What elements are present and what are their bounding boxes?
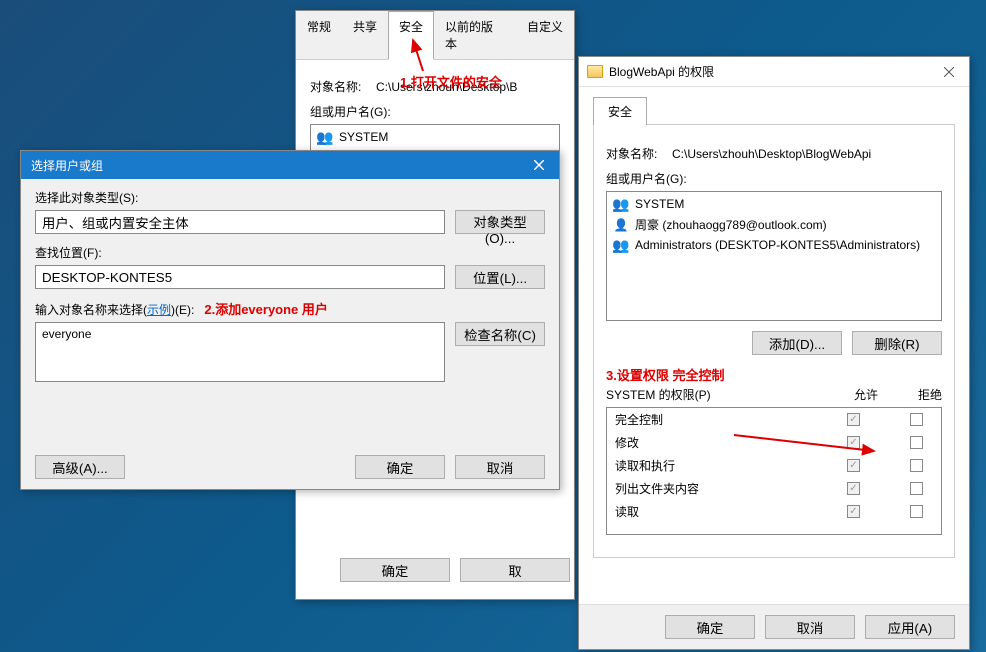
dialog-body: 选择此对象类型(S): 对象类型(O)... 查找位置(F): 位置(L)...… <box>21 179 559 489</box>
bottom-buttons: 确定 取消 应用(A) <box>579 604 969 649</box>
table-row: 读取和执行 <box>607 454 941 477</box>
cancel-button[interactable]: 取消 <box>765 615 855 639</box>
table-row: 列出文件夹内容 <box>607 477 941 500</box>
titlebar[interactable]: BlogWebApi 的权限 <box>579 57 969 87</box>
annotation-2: 2.添加everyone 用户 <box>204 302 328 317</box>
cancel-button[interactable]: 取 <box>460 558 570 582</box>
tab-previous[interactable]: 以前的版本 <box>434 11 516 59</box>
list-item[interactable]: 👤 周豪 (zhouhaogg789@outlook.com) <box>609 214 939 235</box>
list-item[interactable]: 👥 SYSTEM <box>609 194 939 214</box>
deny-checkbox[interactable] <box>910 482 923 495</box>
remove-button[interactable]: 删除(R) <box>852 331 942 355</box>
user-name: SYSTEM <box>635 197 684 211</box>
window-title: BlogWebApi 的权限 <box>609 63 714 80</box>
perm-name <box>615 526 847 535</box>
ok-button[interactable]: 确定 <box>665 615 755 639</box>
tab-share[interactable]: 共享 <box>342 11 388 59</box>
perm-name: 完全控制 <box>615 411 847 428</box>
close-icon <box>944 67 954 77</box>
people-icon: 👥 <box>613 196 629 212</box>
advanced-button[interactable]: 高级(A)... <box>35 455 125 479</box>
tab-security[interactable]: 安全 <box>388 11 434 60</box>
annotation-3: 3.设置权限 完全控制 <box>606 365 724 384</box>
people-icon: 👥 <box>317 129 333 145</box>
perm-for-label: SYSTEM 的权限(P) <box>606 386 711 403</box>
allow-checkbox[interactable] <box>847 505 860 518</box>
object-type-input <box>35 210 445 234</box>
tab-custom[interactable]: 自定义 <box>516 11 574 59</box>
object-name-label: 对象名称: <box>310 78 370 95</box>
close-button[interactable] <box>929 57 969 87</box>
tabs-bar: 常规 共享 安全 以前的版本 自定义 <box>296 11 574 60</box>
location-label: 查找位置(F): <box>35 244 545 261</box>
perm-name: 列出文件夹内容 <box>615 480 847 497</box>
perm-name: 读取 <box>615 503 847 520</box>
annotation-arrow-3 <box>729 427 889 457</box>
object-path-text: C:\Users\zhouh\Desktop\B <box>376 80 560 94</box>
example-link[interactable]: 示例 <box>147 303 171 317</box>
allow-checkbox[interactable] <box>847 459 860 472</box>
allow-header: 允许 <box>854 386 878 403</box>
permissions-window: BlogWebApi 的权限 安全 对象名称: C:\Users\zhouh\D… <box>578 56 970 650</box>
cancel-button[interactable]: 取消 <box>455 455 545 479</box>
titlebar[interactable]: 选择用户或组 <box>21 151 559 179</box>
object-types-button[interactable]: 对象类型(O)... <box>455 210 545 234</box>
table-row <box>607 523 941 535</box>
ok-button[interactable]: 确定 <box>355 455 445 479</box>
allow-checkbox[interactable] <box>847 482 860 495</box>
close-icon <box>534 160 544 170</box>
names-input[interactable]: everyone <box>35 322 445 382</box>
perm-name: 读取和执行 <box>615 457 847 474</box>
add-button[interactable]: 添加(D)... <box>752 331 842 355</box>
user-group-list[interactable]: 👥 SYSTEM 👤 周豪 (zhouhaogg789@outlook.com)… <box>606 191 942 321</box>
table-row: 读取 <box>607 500 941 523</box>
ok-button[interactable]: 确定 <box>340 558 450 582</box>
user-name: Administrators (DESKTOP-KONTES5\Administ… <box>635 238 920 252</box>
list-item[interactable]: 👥 SYSTEM <box>313 127 557 147</box>
deny-checkbox[interactable] <box>910 436 923 449</box>
location-input <box>35 265 445 289</box>
names-label: 输入对象名称来选择(示例)(E): 2.添加everyone 用户 <box>35 299 545 318</box>
select-user-dialog: 选择用户或组 选择此对象类型(S): 对象类型(O)... 查找位置(F): 位… <box>20 150 560 490</box>
user-name: SYSTEM <box>339 130 388 144</box>
tab-security[interactable]: 安全 <box>593 97 647 125</box>
person-icon: 👤 <box>613 217 629 233</box>
groups-label: 组或用户名(G): <box>310 103 560 120</box>
object-path-text: C:\Users\zhouh\Desktop\BlogWebApi <box>672 147 942 161</box>
object-name-label: 对象名称: <box>606 145 666 162</box>
apply-button[interactable]: 应用(A) <box>865 615 955 639</box>
check-names-button[interactable]: 检查名称(C) <box>455 322 545 346</box>
user-name: 周豪 (zhouhaogg789@outlook.com) <box>635 216 827 233</box>
deny-checkbox[interactable] <box>910 459 923 472</box>
dialog-title: 选择用户或组 <box>31 157 103 174</box>
back-buttons-row: 确定 取 <box>340 558 570 582</box>
list-item[interactable]: 👥 Administrators (DESKTOP-KONTES5\Admini… <box>609 235 939 255</box>
allow-checkbox[interactable] <box>847 413 860 426</box>
folder-icon <box>587 65 603 78</box>
groups-label: 组或用户名(G): <box>606 170 942 187</box>
tab-general[interactable]: 常规 <box>296 11 342 59</box>
people-icon: 👥 <box>613 237 629 253</box>
deny-header: 拒绝 <box>918 386 942 403</box>
object-type-label: 选择此对象类型(S): <box>35 189 545 206</box>
locations-button[interactable]: 位置(L)... <box>455 265 545 289</box>
close-button[interactable] <box>519 151 559 179</box>
deny-checkbox[interactable] <box>910 505 923 518</box>
perm-body: 安全 对象名称: C:\Users\zhouh\Desktop\BlogWebA… <box>579 87 969 568</box>
deny-checkbox[interactable] <box>910 413 923 426</box>
